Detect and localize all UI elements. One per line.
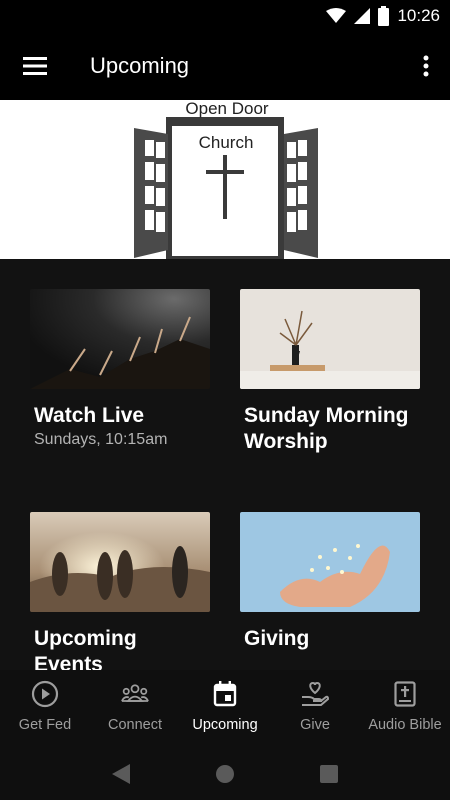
calendar-icon (213, 681, 237, 707)
card-sunday-morning-worship[interactable]: Sunday Morning Worship (240, 289, 420, 455)
page-title: Upcoming (90, 53, 190, 78)
bottom-navigation: Get Fed Connect Upcoming Give Audio Bibl… (0, 670, 450, 748)
church-logo: Open Door Church (134, 100, 318, 259)
card-subtitle: Sundays, 10:15am (34, 431, 168, 448)
banner-line2: Church (199, 133, 254, 152)
card-giving[interactable]: Giving (240, 512, 420, 652)
card-image (30, 289, 210, 389)
signal-icon (354, 8, 371, 24)
groups-icon (121, 684, 149, 702)
status-icons: 10:26 (326, 6, 440, 26)
nav-item-upcoming[interactable]: Upcoming (180, 670, 270, 748)
app-bar: Upcoming (0, 32, 450, 100)
hand-heart-icon (302, 681, 329, 706)
hamburger-menu-icon (23, 57, 47, 75)
card-image (30, 512, 210, 612)
nav-item-get-fed[interactable]: Get Fed (0, 670, 90, 748)
play-circle-icon (31, 680, 59, 708)
card-title: Upcoming Events (34, 627, 137, 670)
card-title: Sunday Morning Worship (244, 404, 409, 453)
content-grid: Watch Live Sundays, 10:15am Sunday Morni… (0, 259, 450, 670)
more-vert-icon (423, 55, 429, 77)
more-options-button[interactable] (416, 50, 436, 82)
nav-label: Upcoming (192, 717, 258, 733)
nav-label: Give (300, 717, 330, 733)
card-image (240, 289, 420, 389)
status-time: 10:26 (397, 6, 440, 25)
nav-label: Connect (107, 717, 162, 733)
card-watch-live[interactable]: Watch Live Sundays, 10:15am (30, 289, 210, 449)
nav-item-give[interactable]: Give (270, 670, 360, 748)
nav-item-connect[interactable]: Connect (90, 670, 180, 748)
nav-item-audio-bible[interactable]: Audio Bible (360, 670, 450, 748)
banner-line1: Open Door (185, 100, 268, 118)
status-bar: 10:26 (0, 0, 450, 32)
nav-label: Get Fed (18, 717, 72, 733)
card-title: Giving (244, 627, 310, 650)
recents-icon[interactable] (320, 765, 338, 783)
wifi-icon (326, 8, 347, 23)
menu-button[interactable] (18, 50, 52, 82)
card-image (240, 512, 420, 612)
church-banner: Open Door Church (0, 100, 450, 259)
battery-icon (378, 6, 390, 26)
bible-icon (394, 681, 416, 707)
nav-label: Audio Bible (368, 717, 442, 733)
card-upcoming-events[interactable]: Upcoming Events (30, 512, 210, 670)
card-title: Watch Live (34, 404, 145, 427)
system-navigation-bar (0, 748, 450, 800)
home-icon[interactable] (215, 764, 235, 784)
back-icon[interactable] (112, 764, 130, 784)
